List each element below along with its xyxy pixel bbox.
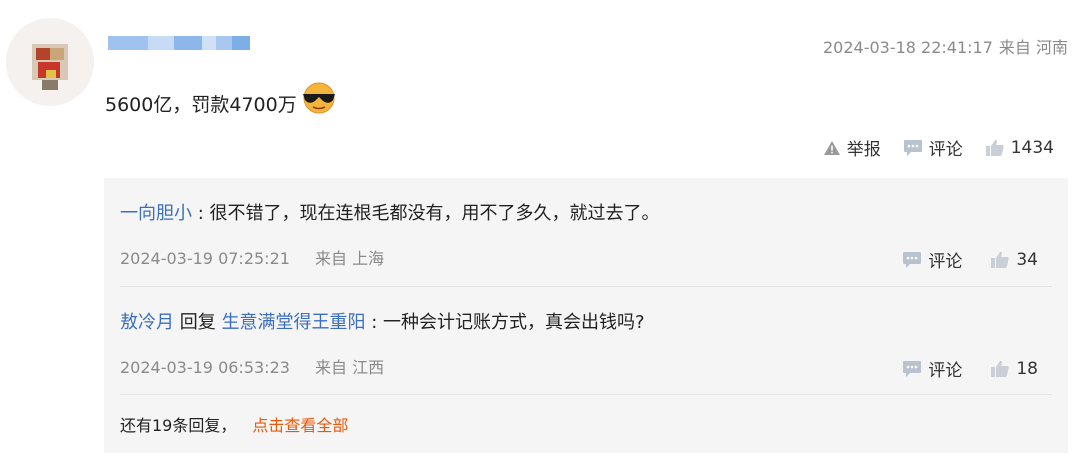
reply-text: 很不错了，现在连根毛都没有，用不了多久，就过去了。 <box>209 203 660 224</box>
like-button[interactable]: 1434 <box>985 138 1054 158</box>
reply-timestamp: 2024-03-19 07:25:21 <box>120 249 290 268</box>
report-button[interactable]: 举报 <box>823 135 881 160</box>
comment-icon <box>903 251 922 268</box>
reply-divider <box>120 394 1052 395</box>
reply-like-count: 34 <box>1016 249 1038 270</box>
reply-word: 回复 <box>179 312 216 333</box>
reply-actions: 评论 34 <box>902 247 1038 272</box>
comment-meta: 2024-03-18 22:41:17 来自 河南 <box>823 34 1068 58</box>
thumbs-up-icon <box>991 360 1009 377</box>
like-count: 1434 <box>1010 137 1054 158</box>
reply-meta: 2024-03-19 07:25:21 来自 上海 <box>120 245 384 269</box>
comment-body: 5600亿，罚款4700万 <box>105 94 297 116</box>
reply-author-link[interactable]: 一向胆小 <box>120 203 192 224</box>
reply-comment-button[interactable]: 评论 <box>902 247 962 272</box>
reply-item: 敖冷月 回复 生意满堂得王重阳 : 一种会计记账方式，真会出钱吗? 2024-0… <box>120 308 1052 381</box>
reply-like-button[interactable]: 34 <box>990 250 1038 270</box>
comment-button[interactable]: 评论 <box>903 135 963 160</box>
reply-separator: : <box>197 203 204 224</box>
view-all-replies-link[interactable]: 点击查看全部 <box>252 416 348 435</box>
warning-icon <box>823 140 840 155</box>
reply-to-link[interactable]: 生意满堂得王重阳 <box>221 312 365 333</box>
comment-timestamp: 2024-03-18 22:41:17 <box>822 38 993 57</box>
comment-location: 来自 河南 <box>998 38 1068 57</box>
report-label: 举报 <box>846 140 881 160</box>
reply-author-link[interactable]: 敖冷月 <box>120 312 174 333</box>
avatar[interactable] <box>6 18 94 106</box>
thumbs-up-icon <box>985 139 1004 156</box>
comment-label: 评论 <box>928 140 963 160</box>
reply-like-button[interactable]: 18 <box>990 359 1038 379</box>
replies-panel: 一向胆小 : 很不错了，现在连根毛都没有，用不了多久，就过去了。 2024-03… <box>104 178 1068 453</box>
more-replies: 还有19条回复， 点击查看全部 <box>120 412 348 436</box>
reply-comment-label: 评论 <box>928 252 963 272</box>
comment-actions: 举报 评论 1434 <box>823 135 1054 160</box>
thumbs-up-icon <box>991 251 1009 268</box>
reply-text: 一种会计记账方式，真会出钱吗? <box>383 312 645 333</box>
comment-icon <box>903 139 922 156</box>
sunglasses-emoji-icon <box>302 82 335 113</box>
reply-item: 一向胆小 : 很不错了，现在连根毛都没有，用不了多久，就过去了。 2024-03… <box>120 199 1052 272</box>
comment-text: 5600亿，罚款4700万 <box>105 82 339 117</box>
reply-timestamp: 2024-03-19 06:53:23 <box>120 358 290 377</box>
reply-content: 敖冷月 回复 生意满堂得王重阳 : 一种会计记账方式，真会出钱吗? <box>120 308 1052 334</box>
reply-comment-button[interactable]: 评论 <box>902 356 962 381</box>
reply-meta: 2024-03-19 06:53:23 来自 江西 <box>120 354 384 378</box>
reply-location: 来自 上海 <box>315 249 385 268</box>
more-replies-count: 还有19条回复， <box>120 416 237 435</box>
reply-location: 来自 江西 <box>315 358 385 377</box>
reply-comment-label: 评论 <box>928 361 963 381</box>
reply-content: 一向胆小 : 很不错了，现在连根毛都没有，用不了多久，就过去了。 <box>120 199 1052 225</box>
reply-actions: 评论 18 <box>902 356 1038 381</box>
username-blurred[interactable] <box>108 36 250 50</box>
reply-divider <box>120 286 1052 287</box>
reply-separator: : <box>371 312 378 333</box>
comment-icon <box>903 360 922 377</box>
reply-like-count: 18 <box>1016 358 1038 379</box>
